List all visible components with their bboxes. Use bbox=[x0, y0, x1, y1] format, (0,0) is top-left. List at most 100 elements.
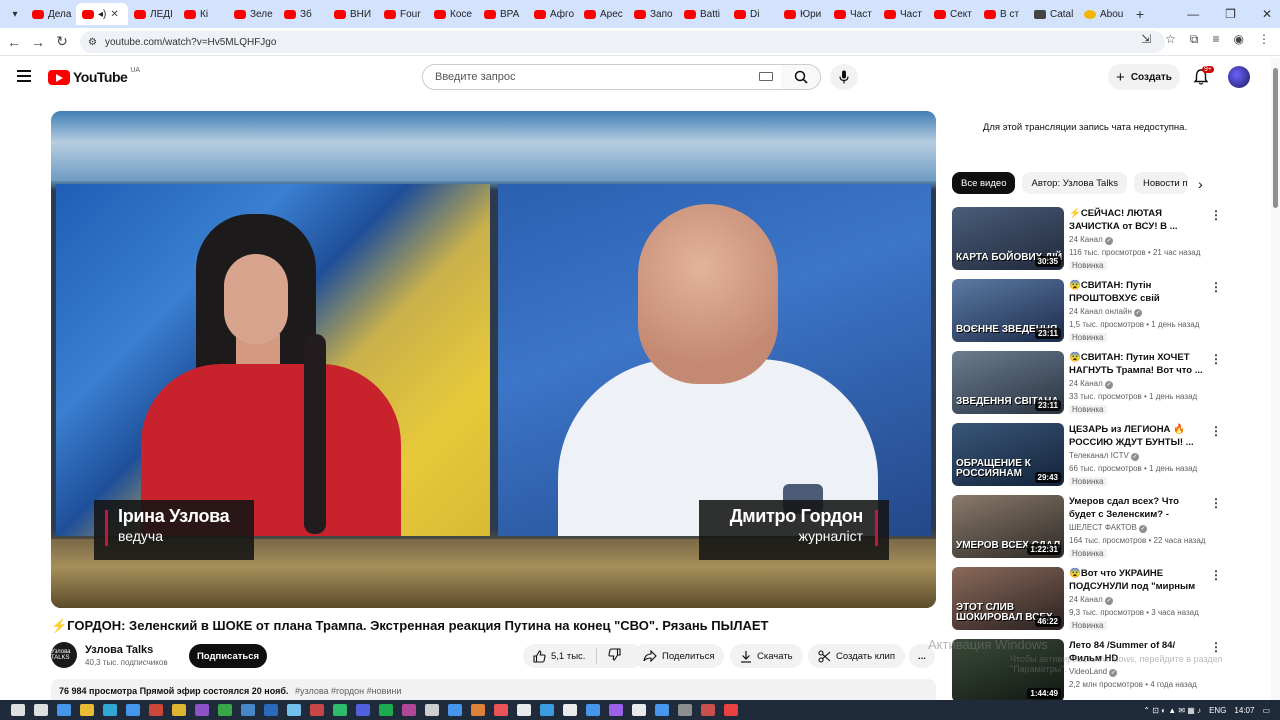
browser-tab[interactable]: ВРА bbox=[478, 3, 528, 25]
video-thumbnail[interactable]: ВОЄННЕ ЗВЕДЕННЯ 23:11 bbox=[952, 279, 1064, 342]
taskbar-app-icon[interactable] bbox=[355, 704, 370, 716]
like-button[interactable]: 5,1 тыс. bbox=[533, 649, 585, 663]
browser-tab[interactable]: Зб bbox=[278, 3, 328, 25]
reload-icon[interactable]: ↻ bbox=[50, 33, 74, 50]
video-thumbnail[interactable]: ОБРАЩЕНИЕ К РОССИЯНАМ 29:43 bbox=[952, 423, 1064, 486]
browser-tab[interactable]: ВНИ bbox=[328, 3, 378, 25]
browser-tab[interactable]: Запо bbox=[628, 3, 678, 25]
channel-avatar[interactable]: Узлова TALKS bbox=[51, 642, 77, 668]
dislike-button[interactable] bbox=[608, 648, 621, 664]
back-icon[interactable]: ← bbox=[2, 34, 26, 50]
browser-tab[interactable]: Кі bbox=[178, 3, 228, 25]
install-icon[interactable]: ⇲ bbox=[1141, 32, 1151, 47]
video-title[interactable]: 😨СВИТАН: Путин ХОЧЕТ НАГНУТЬ Трампа! Вот… bbox=[1069, 351, 1204, 377]
taskbar-app-icon[interactable] bbox=[148, 704, 163, 716]
taskbar-app-icon[interactable] bbox=[677, 704, 692, 716]
forward-icon[interactable]: → bbox=[26, 34, 50, 50]
taskbar-app-icon[interactable] bbox=[240, 704, 255, 716]
tab-search-icon[interactable]: ▾ bbox=[4, 3, 26, 25]
site-info-icon[interactable]: ⚙ bbox=[88, 37, 97, 48]
minimize-icon[interactable]: — bbox=[1187, 7, 1199, 21]
taskbar-app-icon[interactable] bbox=[378, 704, 393, 716]
keyboard-icon[interactable] bbox=[759, 72, 773, 81]
taskbar-app-icon[interactable] bbox=[723, 704, 738, 716]
chip-author[interactable]: Автор: Узлова Talks bbox=[1022, 172, 1127, 194]
taskbar-app-icon[interactable] bbox=[424, 704, 439, 716]
channel-name[interactable]: 24 Канал ✓ bbox=[1069, 379, 1113, 389]
browser-tab[interactable]: Дела bbox=[26, 3, 76, 25]
video-title[interactable]: ⚡СЕЙЧАС! ЛЮТАЯ ЗАЧИСТКА от ВСУ! В ... bbox=[1069, 207, 1204, 233]
taskbar-app-icon[interactable] bbox=[585, 704, 600, 716]
chevron-right-icon[interactable]: › bbox=[1198, 176, 1203, 192]
user-avatar[interactable] bbox=[1228, 66, 1250, 88]
new-tab-icon[interactable]: + bbox=[1128, 6, 1152, 22]
channel-name[interactable]: Узлова Talks bbox=[85, 644, 153, 656]
taskbar-app-icon[interactable] bbox=[171, 704, 186, 716]
taskbar-app-icon[interactable] bbox=[286, 704, 301, 716]
more-vertical-icon[interactable]: ⋮ bbox=[1210, 641, 1222, 653]
browser-tab[interactable]: Batti bbox=[678, 3, 728, 25]
browser-tab[interactable]: Зеле bbox=[228, 3, 278, 25]
taskbar-app-icon[interactable] bbox=[125, 704, 140, 716]
browser-tab[interactable]: Афго bbox=[528, 3, 578, 25]
close-tab-icon[interactable]: ✕ bbox=[110, 9, 118, 20]
video-title[interactable]: Умеров сдал всех? Что будет с Зеленским?… bbox=[1069, 495, 1204, 521]
create-button[interactable]: + Создать bbox=[1108, 64, 1180, 90]
channel-name[interactable]: Телеканал ICTV ✓ bbox=[1069, 451, 1140, 461]
voice-search-button[interactable] bbox=[830, 64, 858, 90]
url-field[interactable]: ⚙ youtube.com/watch?v=Hv5MLQHFJgo bbox=[80, 31, 1165, 53]
browser-tab[interactable]: Di bbox=[728, 3, 778, 25]
browser-tab[interactable]: Арес bbox=[578, 3, 628, 25]
taskbar-app-icon[interactable] bbox=[654, 704, 669, 716]
taskbar-app-icon[interactable] bbox=[516, 704, 531, 716]
browser-tab[interactable]: В ст bbox=[978, 3, 1028, 25]
browser-tab[interactable]: ◂) ✕ bbox=[76, 3, 128, 25]
browser-tab[interactable]: Част bbox=[828, 3, 878, 25]
browser-tab[interactable]: Catal bbox=[1028, 3, 1078, 25]
page-scrollbar[interactable] bbox=[1271, 58, 1280, 700]
youtube-logo[interactable]: YouTube UA bbox=[48, 67, 140, 85]
recommended-video[interactable]: ЗВЕДЕННЯ СВІТАНА 23:11 😨СВИТАН: Путин ХОЧЕ… bbox=[952, 351, 1222, 415]
clock[interactable]: 14:07 bbox=[1234, 706, 1254, 715]
taskbar-app-icon[interactable] bbox=[102, 704, 117, 716]
browser-tab[interactable]: Abou bbox=[1078, 3, 1128, 25]
browser-tab[interactable]: Сект bbox=[928, 3, 978, 25]
tray-icons[interactable]: ⌃ ⊡ ◐ ▲ ✉ ▦ ♪ bbox=[1143, 706, 1201, 715]
taskbar-app-icon[interactable] bbox=[470, 704, 485, 716]
recommended-video[interactable]: ВОЄННЕ ЗВЕДЕННЯ 23:11 😨СВИТАН: Путін ПРОШТ… bbox=[952, 279, 1222, 343]
video-thumbnail[interactable]: УМЕРОВ ВСЕХ СДАЛ 1:22:31 bbox=[952, 495, 1064, 558]
taskbar-app-icon[interactable] bbox=[493, 704, 508, 716]
taskbar-app-icon[interactable] bbox=[447, 704, 462, 716]
taskbar-app-icon[interactable] bbox=[562, 704, 577, 716]
taskbar-app-icon[interactable] bbox=[194, 704, 209, 716]
taskbar-app-icon[interactable] bbox=[332, 704, 347, 716]
browser-menu-icon[interactable]: ⋮ bbox=[1258, 32, 1270, 47]
video-thumbnail[interactable]: ЭТОТ СЛИВ ШОКИРОВАЛ ВСЕХ 46:22 bbox=[952, 567, 1064, 630]
clip-button[interactable]: Создать клип bbox=[808, 644, 905, 668]
chip-news[interactable]: Новости по bbox=[1133, 172, 1188, 194]
taskbar-search-icon[interactable] bbox=[33, 704, 48, 716]
taskbar-app-icon[interactable] bbox=[56, 704, 71, 716]
taskbar-app-icon[interactable] bbox=[700, 704, 715, 716]
profile-icon[interactable]: ◉ bbox=[1234, 32, 1244, 47]
video-title[interactable]: 😨СВИТАН: Путін ПРОШТОВХУЄ свій сценарій!… bbox=[1069, 279, 1204, 305]
hashtags[interactable]: #узлова #гордон #новини bbox=[295, 686, 401, 696]
taskbar-app-icon[interactable] bbox=[539, 704, 554, 716]
recommended-video[interactable]: ОБРАЩЕНИЕ К РОССИЯНАМ 29:43 ЦЕЗАРЬ из ЛЕГИ… bbox=[952, 423, 1222, 487]
recommended-video[interactable]: УМЕРОВ ВСЕХ СДАЛ 1:22:31 Умеров сдал всех?… bbox=[952, 495, 1222, 559]
channel-name[interactable]: 24 Канал онлайн ✓ bbox=[1069, 307, 1143, 317]
language-indicator[interactable]: ENG bbox=[1209, 706, 1226, 715]
browser-tab[interactable]: ЛЕДІ bbox=[128, 3, 178, 25]
more-vertical-icon[interactable]: ⋮ bbox=[1210, 497, 1222, 509]
chip-all-videos[interactable]: Все видео bbox=[952, 172, 1016, 194]
more-vertical-icon[interactable]: ⋮ bbox=[1210, 209, 1222, 221]
search-button[interactable] bbox=[781, 64, 821, 90]
maximize-icon[interactable]: ❐ bbox=[1225, 7, 1236, 21]
channel-name[interactable]: 24 Канал ✓ bbox=[1069, 595, 1113, 605]
taskbar-app-icon[interactable] bbox=[401, 704, 416, 716]
start-icon[interactable] bbox=[10, 704, 25, 716]
video-title[interactable]: ЦЕЗАРЬ из ЛЕГИОНА 🔥 РОССИЮ ЖДУТ БУНТЫ! .… bbox=[1069, 423, 1204, 449]
download-button[interactable]: Скачать bbox=[730, 644, 803, 668]
taskbar-app-icon[interactable] bbox=[263, 704, 278, 716]
search-input[interactable]: Введите запрос bbox=[422, 64, 782, 90]
